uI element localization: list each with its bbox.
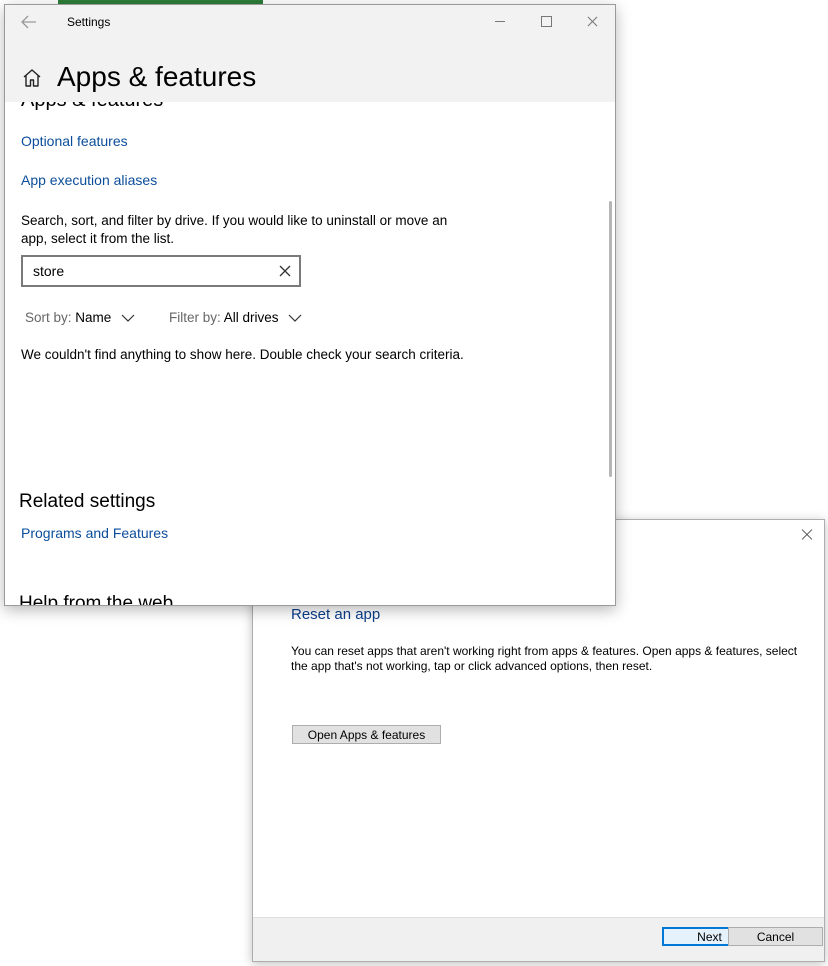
search-instructions: Search, sort, and filter by drive. If yo… [21,213,448,246]
clear-search-icon[interactable] [277,263,293,279]
search-input[interactable] [33,261,263,281]
back-arrow-icon[interactable] [17,11,41,33]
optional-features-link[interactable]: Optional features [21,133,128,149]
minimize-button[interactable] [477,5,523,39]
dialog-description: You can reset apps that aren't working r… [291,644,798,673]
sort-by-label: Sort by: [25,310,72,325]
related-settings-heading: Related settings [19,491,156,512]
filter-by-dropdown[interactable]: Filter by: All drives [169,310,302,325]
close-window-button[interactable] [569,5,615,39]
page-title: Apps & features [57,61,257,92]
sort-by-dropdown[interactable]: Sort by: Name [25,310,135,325]
empty-results-message: We couldn't find anything to show here. … [21,347,464,362]
dialog-close-button[interactable] [798,526,816,544]
sort-by-value: Name [75,310,112,325]
app-title: Settings [67,15,111,29]
filter-by-value: All drives [223,310,279,325]
vertical-scrollbar[interactable] [609,201,612,477]
page-header: Apps & features [5,39,615,102]
dialog-heading: Reset an app [291,606,381,623]
dialog-footer: Next Cancel [253,917,824,961]
help-from-web-heading: Help from the web [19,593,174,605]
chevron-down-icon [288,315,302,323]
section-heading: Apps & features [21,102,163,112]
filter-by-label: Filter by: [169,310,221,325]
app-execution-aliases-link[interactable]: App execution aliases [21,172,157,188]
open-apps-features-button[interactable]: Open Apps & features [292,725,441,744]
title-bar: Settings [5,5,615,39]
settings-content: Apps & features Optional features App ex… [5,102,615,605]
search-box [21,255,301,287]
programs-and-features-link[interactable]: Programs and Features [21,525,168,541]
cancel-button[interactable]: Cancel [728,927,823,946]
chevron-down-icon [121,315,135,323]
settings-window: Settings Apps & features Apps & features… [4,4,616,606]
home-icon[interactable] [21,67,43,89]
maximize-button[interactable] [523,5,569,39]
